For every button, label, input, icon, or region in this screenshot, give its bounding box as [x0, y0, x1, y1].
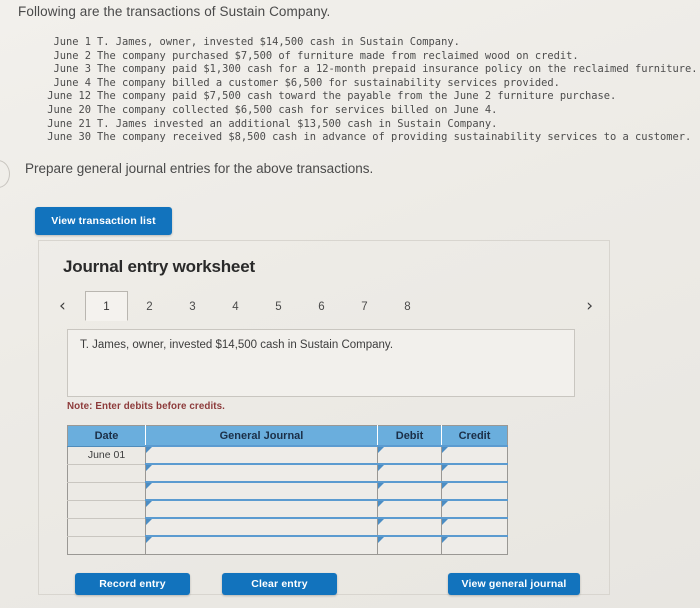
- column-header-debit: Debit: [377, 425, 442, 447]
- journal-cell-credit[interactable]: [441, 481, 508, 501]
- journal-table-header-row: Date General Journal Debit Credit: [67, 425, 508, 447]
- transaction-line: June 1 T. James, owner, invested $14,500 …: [29, 36, 698, 50]
- transaction-line: June 4 The company billed a customer $6,5…: [29, 77, 698, 91]
- transaction-text: T. James invested an additional $13,500 …: [97, 117, 498, 130]
- transaction-line: June 30 The company received $8,500 cash …: [29, 131, 698, 145]
- journal-cell-general-journal[interactable]: [145, 463, 378, 483]
- worksheet-tab-4[interactable]: 4: [214, 291, 257, 321]
- worksheet-tab-2[interactable]: 2: [128, 291, 171, 321]
- view-general-journal-button[interactable]: View general journal: [448, 573, 580, 595]
- journal-cell-date[interactable]: [67, 518, 146, 537]
- chevron-left-icon[interactable]: ‹: [59, 295, 66, 317]
- worksheet-tab-5[interactable]: 5: [257, 291, 300, 321]
- worksheet-tabs: 12345678: [85, 291, 429, 321]
- transaction-text: The company collected $6,500 cash for se…: [97, 103, 498, 116]
- instruction-text: Prepare general journal entries for the …: [25, 161, 374, 176]
- transaction-date: June 21: [47, 117, 91, 130]
- transaction-list: June 1 T. James, owner, invested $14,500 …: [29, 36, 698, 145]
- journal-cell-general-journal[interactable]: [145, 517, 378, 537]
- transaction-date: June 1: [53, 36, 91, 48]
- journal-entry-table: Date General Journal Debit Credit June 0…: [67, 425, 508, 555]
- debits-before-credits-note: Note: Enter debits before credits.: [67, 401, 226, 412]
- transaction-text: The company received $8,500 cash in adva…: [97, 131, 692, 144]
- transaction-description-box: T. James, owner, invested $14,500 cash i…: [67, 329, 575, 397]
- journal-cell-date[interactable]: [67, 536, 146, 554]
- chevron-right-icon[interactable]: ›: [586, 295, 593, 317]
- transaction-date: June 12: [47, 90, 91, 103]
- worksheet-tab-7[interactable]: 7: [343, 291, 386, 321]
- journal-cell-debit[interactable]: [377, 535, 442, 554]
- scan-artifact-arc: [0, 160, 10, 188]
- record-entry-button[interactable]: Record entry: [75, 573, 190, 595]
- journal-cell-credit[interactable]: [441, 517, 508, 537]
- journal-entry-worksheet-panel: Journal entry worksheet ‹ 12345678 › T. …: [38, 240, 610, 595]
- journal-cell-debit[interactable]: [377, 445, 442, 465]
- transaction-line: June 20 The company collected $6,500 cash…: [29, 104, 698, 118]
- transaction-text: T. James, owner, invested $14,500 cash i…: [97, 36, 460, 48]
- transaction-line: June 12 The company paid $7,500 cash towa…: [29, 90, 698, 104]
- transaction-text: The company purchased $7,500 of furnitur…: [97, 49, 579, 62]
- journal-cell-credit[interactable]: [441, 445, 508, 465]
- journal-cell-date[interactable]: [67, 482, 146, 501]
- journal-cell-credit[interactable]: [441, 499, 508, 519]
- transaction-date: June 4: [53, 76, 91, 89]
- journal-cell-general-journal[interactable]: [145, 535, 378, 554]
- worksheet-tab-6[interactable]: 6: [300, 291, 343, 321]
- worksheet-tab-1[interactable]: 1: [85, 291, 128, 321]
- journal-cell-credit[interactable]: [441, 463, 508, 483]
- transaction-line: June 2 The company purchased $7,500 of fu…: [29, 50, 698, 64]
- view-transaction-list-button[interactable]: View transaction list: [35, 207, 172, 235]
- journal-cell-general-journal[interactable]: [145, 445, 378, 465]
- journal-table-row: [67, 517, 508, 537]
- journal-cell-credit[interactable]: [441, 535, 508, 554]
- column-header-general-journal: General Journal: [145, 425, 378, 447]
- worksheet-title: Journal entry worksheet: [63, 257, 255, 276]
- transaction-text: The company paid $7,500 cash toward the …: [97, 90, 617, 103]
- worksheet-tabstrip: ‹ 12345678 ›: [57, 291, 595, 321]
- worksheet-tab-3[interactable]: 3: [171, 291, 214, 321]
- transaction-line: June 3 The company paid $1,300 cash for a…: [29, 63, 698, 77]
- journal-cell-date[interactable]: [67, 500, 146, 519]
- journal-cell-general-journal[interactable]: [145, 499, 378, 519]
- journal-table-row: June 01: [67, 445, 508, 465]
- page-title: Following are the transactions of Sustai…: [18, 4, 331, 19]
- transaction-date: June 30: [47, 131, 91, 144]
- transaction-line: June 21 T. James invested an additional $…: [29, 118, 698, 132]
- journal-cell-date[interactable]: [67, 464, 146, 483]
- journal-cell-general-journal[interactable]: [145, 481, 378, 501]
- transaction-text: The company billed a customer $6,500 for…: [97, 76, 560, 89]
- worksheet-tab-8[interactable]: 8: [386, 291, 429, 321]
- transaction-date: June 20: [47, 103, 91, 116]
- transaction-date: June 2: [53, 49, 91, 62]
- journal-cell-debit[interactable]: [377, 463, 442, 483]
- column-header-date: Date: [67, 425, 146, 447]
- journal-table-row: [67, 499, 508, 519]
- journal-cell-debit[interactable]: [377, 481, 442, 501]
- transaction-text: The company paid $1,300 cash for a 12-mo…: [97, 63, 698, 76]
- journal-cell-debit[interactable]: [377, 517, 442, 537]
- column-header-credit: Credit: [441, 425, 508, 447]
- journal-table-row: [67, 481, 508, 501]
- journal-cell-date[interactable]: June 01: [67, 446, 146, 465]
- clear-entry-button[interactable]: Clear entry: [222, 573, 337, 595]
- transaction-description-text: T. James, owner, invested $14,500 cash i…: [80, 339, 394, 351]
- journal-cell-debit[interactable]: [377, 499, 442, 519]
- journal-table-row: [67, 535, 508, 554]
- journal-table-row: [67, 463, 508, 483]
- transaction-date: June 3: [53, 63, 91, 76]
